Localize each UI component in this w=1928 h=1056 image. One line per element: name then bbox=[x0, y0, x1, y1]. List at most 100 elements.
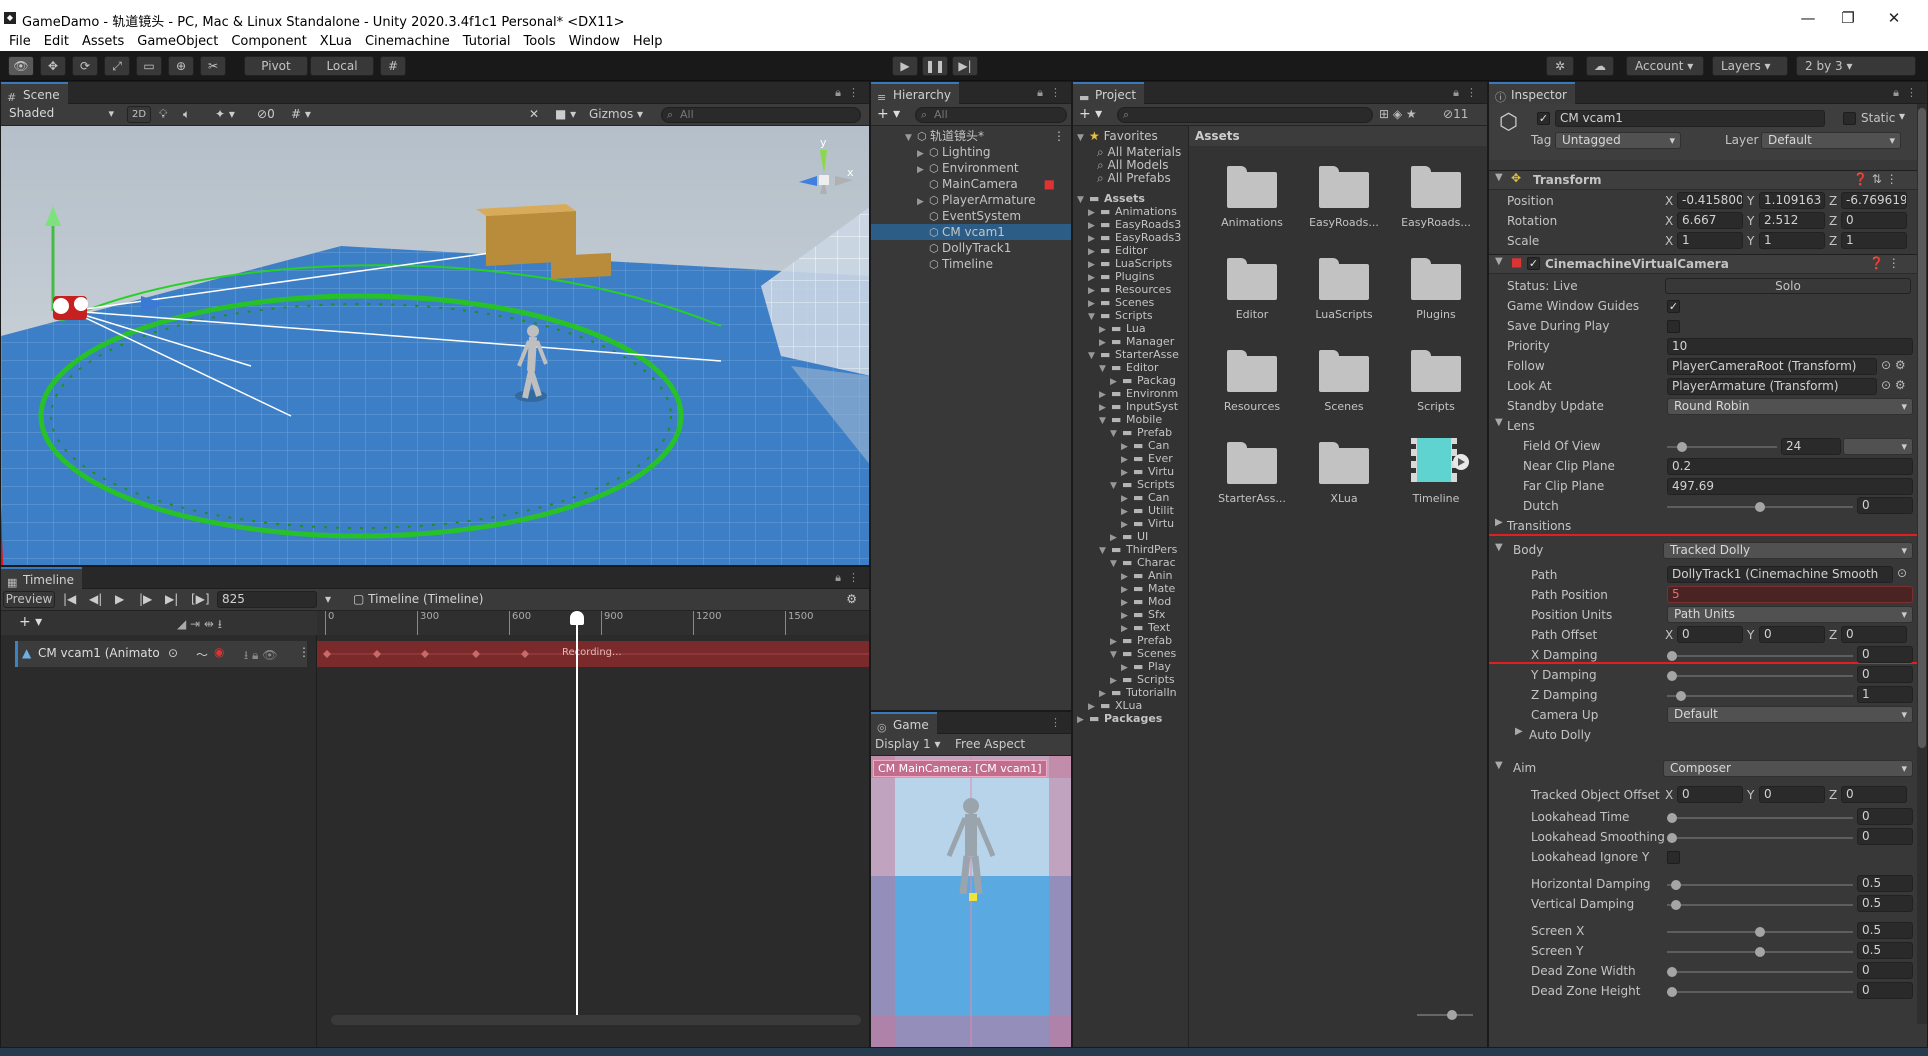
track-target-icon[interactable]: ⊙ bbox=[168, 646, 178, 660]
path-offset-y[interactable]: 0 bbox=[1759, 626, 1825, 643]
z-damping-slider[interactable] bbox=[1667, 686, 1853, 704]
x-damping-slider[interactable] bbox=[1667, 646, 1853, 664]
track-mute-icons[interactable]: ⭳ 🔒︎ 👁︎ bbox=[244, 646, 277, 667]
2d-toggle[interactable]: 2D bbox=[127, 106, 151, 123]
project-lock-icon[interactable]: 🔒︎ bbox=[1453, 86, 1459, 100]
game-more-icon[interactable]: ⋮ bbox=[1050, 716, 1061, 729]
lookahead-smoothing-slider[interactable] bbox=[1667, 828, 1853, 846]
track-tools-icons[interactable]: ◢ ⇥ ⇹ ⭳ bbox=[177, 615, 222, 636]
hierarchy-search-input[interactable]: All bbox=[915, 107, 1067, 123]
path-picker-icon[interactable]: ⊙ bbox=[1897, 566, 1907, 580]
project-folder-item[interactable]: ▶ ▬ Packages bbox=[1077, 712, 1162, 725]
timeline-settings-icon[interactable]: ⚙ bbox=[846, 592, 857, 606]
asset-item[interactable]: Plugins bbox=[1391, 250, 1481, 340]
goto-start-icon[interactable]: |◀ bbox=[63, 592, 76, 606]
screen-y-slider-knob[interactable] bbox=[1755, 947, 1765, 957]
scene-viewport[interactable]: y x bbox=[1, 126, 869, 565]
inspector-more-icon[interactable]: ⋮ bbox=[1906, 86, 1917, 99]
loop-icon[interactable]: [▶] bbox=[191, 592, 210, 606]
add-track-icon[interactable]: + ▾ bbox=[19, 614, 42, 630]
standby-dropdown[interactable]: Round Robin bbox=[1667, 398, 1913, 415]
timeline-lock-icon[interactable]: 🔒︎ bbox=[835, 571, 841, 585]
y-damping-slider[interactable] bbox=[1667, 666, 1853, 684]
hierarchy-item[interactable]: ▶ ⬡ PlayerArmature bbox=[871, 192, 1071, 208]
next-frame-icon[interactable]: |▶ bbox=[139, 592, 152, 606]
project-folder-item[interactable]: ▶ ▬ Sfx bbox=[1121, 608, 1165, 621]
path-field[interactable]: DollyTrack1 (Cinemachine Smooth bbox=[1667, 566, 1893, 583]
project-folder-item[interactable]: ▶ ▬ Resources bbox=[1088, 283, 1171, 296]
tag-dropdown[interactable]: Untagged bbox=[1555, 132, 1681, 149]
body-arrow-icon[interactable]: ▼ bbox=[1495, 542, 1503, 553]
screen-y-field[interactable]: 0.5 bbox=[1857, 942, 1913, 959]
project-folder-item[interactable]: ▶ ▬ Scripts bbox=[1110, 673, 1175, 686]
dutch-slider[interactable] bbox=[1667, 497, 1853, 515]
guides-checkbox[interactable]: ✓ bbox=[1667, 300, 1680, 313]
project-folder-item[interactable]: ▶ ▬ Play bbox=[1121, 660, 1171, 673]
move-tool-icon[interactable]: ✥ bbox=[40, 56, 66, 76]
lookat-field[interactable]: PlayerArmature (Transform) bbox=[1667, 378, 1877, 395]
favorites-header[interactable]: ▼ ★ Favorites bbox=[1077, 128, 1158, 144]
scene-more-icon[interactable]: ⋮ bbox=[1053, 128, 1065, 144]
path-offset-z[interactable]: 0 bbox=[1841, 626, 1907, 643]
favorite-item[interactable]: ⌕ All Prefabs bbox=[1097, 170, 1171, 186]
y-damping-slider-knob[interactable] bbox=[1667, 671, 1677, 681]
menu-item-gameobject[interactable]: GameObject bbox=[137, 34, 218, 49]
tracked-offset-z[interactable]: 0 bbox=[1841, 786, 1907, 803]
dead-zone-width-slider[interactable] bbox=[1667, 962, 1853, 980]
project-folder-item[interactable]: ▶ ▬ InputSyst bbox=[1099, 400, 1178, 413]
lock-icon[interactable]: 🔒︎ bbox=[835, 86, 841, 100]
recording-clip[interactable]: Recording... bbox=[317, 641, 869, 667]
near-clip-field[interactable]: 0.2 bbox=[1667, 458, 1913, 475]
minimize-icon[interactable]: — bbox=[1788, 6, 1828, 30]
hierarchy-more-icon[interactable]: ⋮ bbox=[1050, 86, 1061, 99]
project-hidden-icon[interactable]: ⊘11 bbox=[1443, 107, 1468, 121]
game-viewport[interactable]: CM MainCamera: [CM vcam1] bbox=[871, 756, 1071, 1047]
project-folder-item[interactable]: ▶ ▬ EasyRoads3 bbox=[1088, 218, 1181, 231]
dutch-slider-knob[interactable] bbox=[1755, 502, 1765, 512]
timeline-scrollbar[interactable] bbox=[331, 1015, 861, 1025]
gizmos-dropdown[interactable]: Gizmos ▾ bbox=[589, 107, 643, 121]
solo-button[interactable]: Solo bbox=[1665, 278, 1911, 294]
x-damping-slider-knob[interactable] bbox=[1667, 651, 1677, 661]
follow-field[interactable]: PlayerCameraRoot (Transform) bbox=[1667, 358, 1877, 375]
menu-item-cinemachine[interactable]: Cinemachine bbox=[365, 34, 450, 49]
project-folder-item[interactable]: ▶ ▬ UI bbox=[1110, 530, 1148, 543]
x-damping-field[interactable]: 0 bbox=[1857, 646, 1913, 663]
rect-tool-icon[interactable]: ▭ bbox=[136, 56, 162, 76]
tab-project[interactable]: ▬ Project bbox=[1073, 82, 1145, 104]
cloud-icon[interactable]: ☁ bbox=[1586, 56, 1614, 76]
tab-scene[interactable]: # Scene bbox=[1, 82, 68, 104]
project-folder-item[interactable]: ▶ ▬ Editor bbox=[1088, 244, 1148, 257]
vertical-damping-slider[interactable] bbox=[1667, 895, 1853, 913]
project-folder-item[interactable]: ▶ ▬ Prefab bbox=[1110, 634, 1172, 647]
record-icon[interactable]: ◉ bbox=[214, 645, 224, 659]
project-folder-item[interactable]: ▶ ▬ Manager bbox=[1099, 335, 1174, 348]
menu-item-assets[interactable]: Assets bbox=[82, 34, 124, 49]
account-dropdown[interactable]: Account ▾ bbox=[1626, 56, 1704, 76]
auto-dolly-arrow-icon[interactable]: ▶ bbox=[1515, 726, 1523, 737]
project-folder-item[interactable]: ▶ ▬ Can bbox=[1121, 491, 1169, 504]
project-folder-item[interactable]: ▶ ▬ Packag bbox=[1110, 374, 1176, 387]
dead-zone-height-field[interactable]: 0 bbox=[1857, 982, 1913, 999]
track-curve-icon[interactable]: 〜 bbox=[196, 646, 208, 663]
close-icon[interactable]: ✕ bbox=[1874, 6, 1914, 30]
menu-item-tutorial[interactable]: Tutorial bbox=[463, 34, 511, 49]
priority-field[interactable]: 10 bbox=[1667, 338, 1913, 355]
asset-item[interactable]: Resources bbox=[1207, 342, 1297, 432]
track-header[interactable]: ▲ CM vcam1 (Animato ⊙ 〜 ◉ ⭳ 🔒︎ 👁︎ ⋮ bbox=[15, 641, 310, 667]
y-damping-field[interactable]: 0 bbox=[1857, 666, 1913, 683]
project-folder-item[interactable]: ▶ ▬ Can bbox=[1121, 439, 1169, 452]
menu-item-tools[interactable]: Tools bbox=[524, 34, 556, 49]
tab-hierarchy[interactable]: ≡ Hierarchy bbox=[871, 82, 960, 104]
project-folder-item[interactable]: ▶ ▬ Scenes bbox=[1088, 296, 1154, 309]
horizontal-damping-field[interactable]: 0.5 bbox=[1857, 875, 1913, 892]
shading-dropdown[interactable]: Shaded bbox=[3, 106, 119, 123]
transform-tool-icon[interactable]: ⊕ bbox=[168, 56, 194, 76]
project-folder-item[interactable]: ▼ ▬ Prefab bbox=[1110, 426, 1172, 439]
position-units-dropdown[interactable]: Path Units bbox=[1667, 606, 1913, 623]
rotate-tool-icon[interactable]: ⟳ bbox=[72, 56, 98, 76]
rotation-x[interactable]: 6.667 bbox=[1677, 212, 1743, 229]
project-folder-item[interactable]: ▶ ▬ Ever bbox=[1121, 452, 1173, 465]
project-folder-item[interactable]: ▼ ▬ Assets bbox=[1077, 192, 1145, 205]
project-folder-item[interactable]: ▶ ▬ XLua bbox=[1088, 699, 1142, 712]
